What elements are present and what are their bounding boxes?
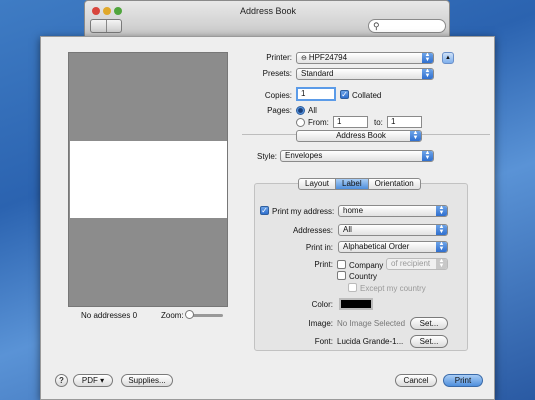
style-label: Style: — [257, 152, 278, 161]
print-in-popup[interactable]: Alphabetical Order ▲ ▼ — [338, 241, 448, 253]
printer-label: Printer: — [266, 53, 292, 62]
pages-label: Pages: — [267, 106, 292, 115]
addresses-label: Addresses: — [292, 226, 333, 235]
zoom-slider-knob[interactable] — [185, 310, 194, 319]
address-book-window: Address Book ⚲ — [84, 0, 450, 40]
presets-popup[interactable]: Standard ▲ ▼ — [296, 68, 434, 80]
print-dialog: No addresses 0 Zoom: Printer: ⊖ HPF24794… — [40, 36, 495, 400]
pages-all-radio[interactable] — [296, 106, 305, 115]
company-checkbox[interactable] — [337, 260, 346, 269]
print-preview — [68, 52, 228, 307]
company-of-popup[interactable]: of recipient ▲ ▼ — [386, 258, 448, 270]
popup-arrows-icon: ▲ ▼ — [410, 131, 421, 141]
popup-arrows-icon: ▲ ▼ — [422, 151, 433, 161]
supplies-button[interactable]: Supplies... — [121, 374, 173, 387]
popup-arrows-icon: ▲ ▼ — [436, 225, 447, 235]
help-button[interactable]: ? — [55, 374, 68, 387]
copies-label: Copies: — [264, 91, 292, 100]
print-in-label: Print in: — [305, 243, 333, 252]
popup-arrows-icon: ▲ ▼ — [422, 69, 433, 79]
tab-bar: Layout Label Orientation — [298, 178, 421, 190]
pages-from-field[interactable]: 1 — [333, 116, 368, 128]
view-toggle[interactable] — [90, 19, 122, 33]
window-title: Address Book — [239, 6, 297, 16]
print-options-label: Print: — [314, 260, 333, 269]
print-button[interactable]: Print — [443, 374, 483, 387]
print-my-address-label: Print my address: — [272, 207, 335, 216]
popup-arrows-icon: ▲ ▼ — [436, 259, 447, 269]
pages-from-label: From: — [308, 118, 329, 127]
color-swatch[interactable] — [339, 298, 373, 310]
popup-arrows-icon: ▲ ▼ — [436, 206, 447, 216]
cancel-button[interactable]: Cancel — [395, 374, 437, 387]
country-checkbox[interactable] — [337, 271, 346, 280]
popup-arrows-icon: ▲ ▼ — [436, 242, 447, 252]
except-my-country-label: Except my country — [360, 284, 426, 293]
collated-checkbox[interactable]: ✓ — [340, 90, 349, 99]
print-my-address-checkbox[interactable]: ✓ — [260, 206, 269, 215]
company-label: Company — [349, 261, 384, 270]
copies-field[interactable]: 1 — [296, 87, 336, 101]
print-my-address-popup[interactable]: home ▲ ▼ — [338, 205, 448, 217]
color-label: Color: — [311, 300, 333, 309]
zoom-label: Zoom: — [161, 311, 184, 320]
tab-orientation[interactable]: Orientation — [369, 179, 420, 189]
style-popup[interactable]: Envelopes ▲ ▼ — [280, 150, 434, 162]
collated-label: Collated — [352, 91, 382, 100]
pdf-button[interactable]: PDF ▾ — [73, 374, 113, 387]
printer-popup[interactable]: ⊖ HPF24794 ▲ ▼ — [296, 52, 434, 64]
search-input[interactable]: ⚲ — [368, 19, 446, 33]
tab-layout[interactable]: Layout — [299, 179, 337, 189]
pages-to-label: to: — [374, 118, 383, 127]
except-my-country-checkbox[interactable] — [348, 283, 357, 292]
section-popup[interactable]: Address Book ▲ ▼ — [296, 130, 422, 142]
search-icon: ⚲ — [373, 21, 380, 31]
addresses-popup[interactable]: All ▲ ▼ — [338, 224, 448, 236]
country-label: Country — [349, 272, 378, 281]
tab-label[interactable]: Label — [336, 179, 369, 189]
image-value: No Image Selected — [337, 319, 406, 328]
printer-status-icon: ⊖ — [301, 55, 309, 62]
popup-arrows-icon: ▲ ▼ — [422, 53, 433, 63]
image-label: Image: — [308, 319, 333, 328]
pages-to-field[interactable]: 1 — [387, 116, 422, 128]
image-set-button[interactable]: Set... — [410, 317, 448, 330]
pages-all-label: All — [308, 106, 317, 115]
pages-from-radio[interactable] — [296, 118, 305, 127]
font-label: Font: — [314, 337, 333, 346]
presets-label: Presets: — [262, 69, 292, 78]
font-set-button[interactable]: Set... — [410, 335, 448, 348]
address-count-label: No addresses 0 — [81, 311, 138, 320]
preview-page — [70, 141, 227, 218]
font-value: Lucida Grande-1... — [337, 337, 404, 346]
disclosure-triangle-button[interactable]: ▲ — [442, 52, 454, 64]
